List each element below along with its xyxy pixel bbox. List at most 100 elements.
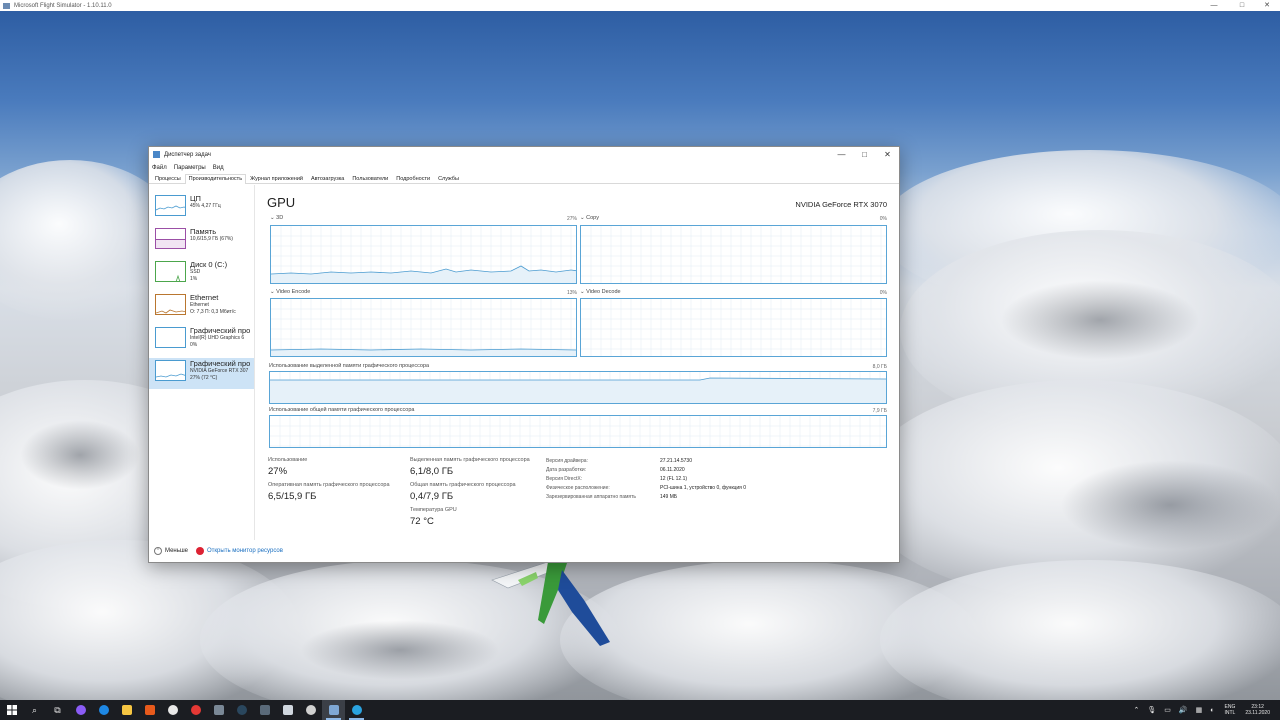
memory-mini-graph (155, 228, 186, 249)
gpu-memory-value: 6,5/15,9 ГБ (268, 491, 317, 502)
tab-app-history[interactable]: Журнал приложений (246, 174, 307, 184)
engine-copy-label[interactable]: ⌄ Copy (580, 215, 599, 221)
sidebar-item-sub: Ethernet (190, 302, 209, 308)
sidebar-item-sub: SSD (190, 269, 201, 275)
edge-icon[interactable] (92, 700, 115, 720)
folder-icon[interactable] (115, 700, 138, 720)
reserved-memory-label: Зарезервированная аппаратно память (546, 494, 637, 500)
app-icon (3, 2, 10, 9)
sidebar-item-sub: 45% 4,27 ГГц (190, 203, 221, 209)
location-value: PCI-шина 1, устройство 0, функция 0 (660, 485, 747, 491)
engine-encode-pct: 13% (566, 290, 577, 296)
language-indicator[interactable]: ENG INTL (1225, 704, 1236, 716)
graph-grid (271, 299, 576, 356)
sidebar-item-label: Графический про (190, 359, 251, 368)
task-manager-taskbar-button[interactable] (322, 700, 345, 720)
fewer-details-link[interactable]: Меньше (165, 548, 188, 554)
driver-version-label: Версия драйвера: (546, 458, 588, 464)
open-resource-monitor-link[interactable]: Открыть монитор ресурсов (207, 548, 283, 554)
menu-options[interactable]: Параметры (174, 165, 206, 171)
temperature-label: Температура GPU (410, 507, 457, 513)
engine-decode-label[interactable]: ⌄ Video Decode (580, 289, 621, 295)
sidebar-item-memory[interactable]: Память 10,6/15,9 ГБ (67%) (149, 226, 254, 257)
app-icon[interactable] (207, 700, 230, 720)
game-window-titlebar: Microsoft Flight Simulator - 1.10.11.0 —… (0, 0, 1280, 11)
shared-memory-label: Использование общей памяти графического … (269, 407, 415, 413)
taskbar: ⌕ ⧉ ⌃ 🎙 ▭ 🔊 ▦ ◐ ENG INTL 23:12 23.11.202… (0, 700, 1280, 720)
directx-label: Версия DirectX: (546, 476, 583, 482)
sidebar-item-disk[interactable]: Диск 0 (C:) SSD 1% (149, 259, 254, 290)
usage-label: Использование (268, 457, 308, 463)
volume-icon[interactable]: 🔊 (1179, 706, 1188, 714)
sidebar-item-sub2: О: 7,3 П: 0,3 Мбит/с (190, 309, 236, 315)
graph-grid (581, 299, 886, 356)
telegram-icon[interactable] (345, 700, 368, 720)
app-tray-icon[interactable]: ◐ (1210, 707, 1214, 714)
task-manager-window: Диспетчер задач — □ ✕ Файл Параметры Вид… (148, 146, 900, 563)
menu-file[interactable]: Файл (152, 165, 167, 171)
clock-date: 23.11.2020 (1245, 710, 1270, 716)
graph-grid (581, 226, 886, 283)
tab-bar: Процессы Производительность Журнал прило… (149, 174, 899, 184)
system-tray: ⌃ 🎙 ▭ 🔊 ▦ ◐ ENG INTL 23:12 23.11.2020 (1130, 700, 1280, 720)
shared-value: 0,4/7,9 ГБ (410, 491, 454, 502)
tab-startup[interactable]: Автозагрузка (307, 174, 348, 184)
directx-value: 12 (FL 12.1) (660, 476, 688, 482)
sidebar-item-ethernet[interactable]: Ethernet Ethernet О: 7,3 П: 0,3 Мбит/с (149, 292, 254, 323)
start-button[interactable] (0, 700, 23, 720)
sidebar-item-sub2: 0% (190, 342, 198, 348)
gpu-panel: GPU NVIDIA GeForce RTX 3070 ⌄ 3D 27% ⌄ C… (267, 185, 887, 540)
search-icon[interactable]: ⌕ (23, 700, 46, 720)
sidebar-item-label: Память (190, 227, 217, 236)
maximize-button[interactable]: □ (853, 147, 876, 162)
maximize-button[interactable]: □ (1231, 0, 1253, 11)
ethernet-mini-graph (155, 294, 186, 315)
microphone-icon[interactable]: 🎙 (1147, 706, 1156, 714)
usage-value: 27% (268, 466, 288, 477)
cortana-icon[interactable] (69, 700, 92, 720)
sidebar-item-cpu[interactable]: ЦП 45% 4,27 ГГц (149, 193, 254, 224)
steam-icon[interactable] (230, 700, 253, 720)
clock[interactable]: 23:12 23.11.2020 (1245, 704, 1270, 716)
close-button[interactable]: ✕ (1256, 0, 1278, 11)
chevron-up-icon[interactable]: ⌃ (1134, 706, 1140, 714)
shared-label: Общая память графического процессора (410, 482, 516, 488)
engine-3d-pct: 27% (566, 216, 577, 222)
tab-details[interactable]: Подробности (392, 174, 434, 184)
engine-3d-label[interactable]: ⌄ 3D (270, 215, 283, 221)
chevron-up-icon[interactable]: ⌃ (154, 547, 162, 555)
sidebar-item-sub: NVIDIA GeForce RTX 307 (190, 368, 249, 374)
app-icon[interactable] (276, 700, 299, 720)
tab-performance[interactable]: Производительность (184, 174, 247, 184)
close-button[interactable]: ✕ (876, 147, 899, 162)
yandex-browser-icon[interactable] (161, 700, 184, 720)
xbox-icon[interactable] (299, 700, 322, 720)
performance-sidebar: ЦП 45% 4,27 ГГц Память 10,6/15,9 ГБ (67%… (149, 185, 255, 540)
task-manager-footer: ⌃ Меньше Открыть монитор ресурсов (149, 540, 899, 562)
minimize-button[interactable]: — (1203, 0, 1225, 11)
task-view-icon[interactable]: ⧉ (46, 700, 69, 720)
engine-3d-graph (270, 225, 577, 284)
office-icon[interactable] (138, 700, 161, 720)
tab-processes[interactable]: Процессы (151, 174, 185, 184)
minimize-button[interactable]: — (830, 147, 853, 162)
network-icon[interactable]: ▭ (1164, 706, 1171, 714)
lang-layout: INTL (1224, 710, 1236, 716)
yandex-icon[interactable] (184, 700, 207, 720)
sidebar-item-gpu0[interactable]: Графический про Intel(R) UHD Graphics 6 … (149, 325, 254, 356)
sidebar-item-gpu1[interactable]: Графический про NVIDIA GeForce RTX 307 2… (149, 358, 254, 389)
tab-users[interactable]: Пользователи (348, 174, 392, 184)
task-manager-title: Диспетчер задач (164, 151, 211, 158)
location-label: Физическое расположение: (546, 485, 610, 491)
app-tray-icon[interactable]: ▦ (1196, 706, 1203, 714)
driver-date-value: 06.11.2020 (660, 467, 685, 473)
graph-grid (270, 372, 886, 403)
dedicated-memory-max: 8,0 ГБ (872, 364, 887, 370)
engine-encode-label[interactable]: ⌄ Video Encode (270, 289, 310, 295)
menu-view[interactable]: Вид (213, 165, 224, 171)
calculator-icon[interactable] (253, 700, 276, 720)
dedicated-label: Выделенная память графического процессор… (410, 457, 530, 463)
tab-services[interactable]: Службы (434, 174, 463, 184)
gpu0-mini-graph (155, 327, 186, 348)
shared-memory-graph (269, 415, 887, 448)
